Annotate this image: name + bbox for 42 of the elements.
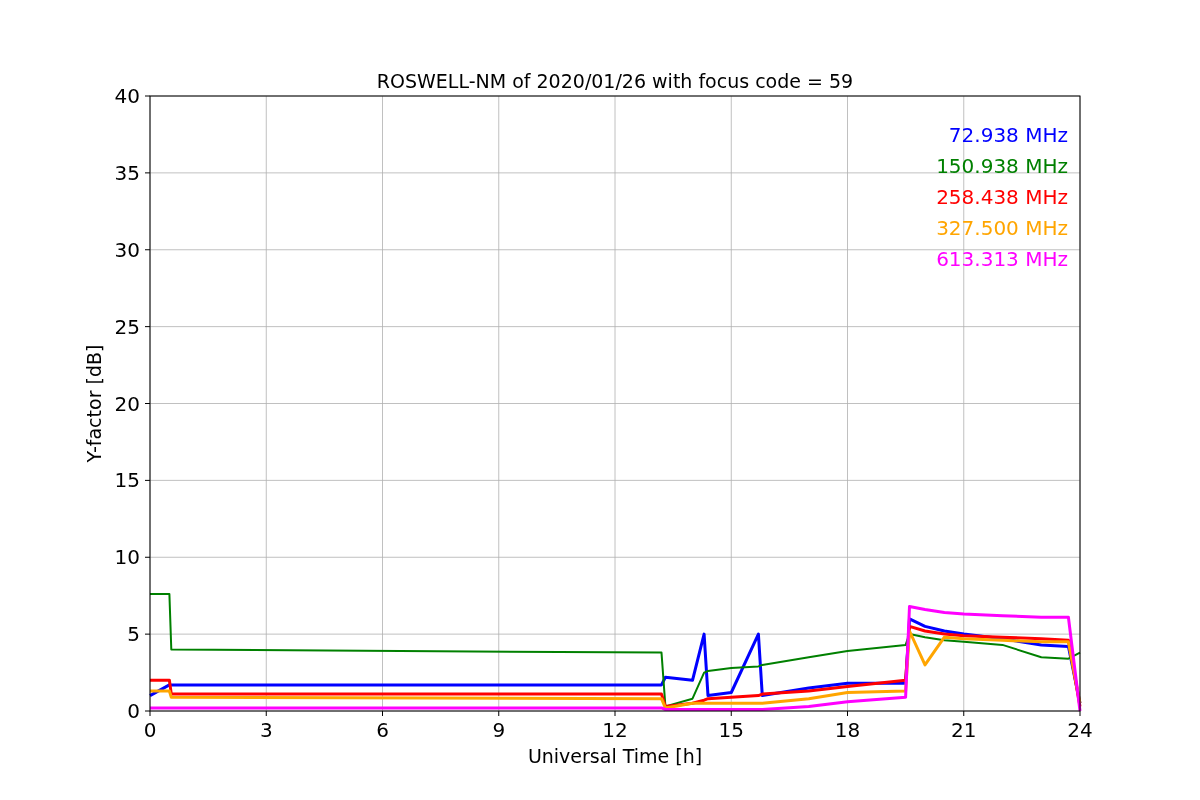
legend-label: 72.938 MHz — [948, 123, 1068, 147]
tick-mark — [144, 95, 151, 97]
legend-label: 327.500 MHz — [936, 216, 1068, 240]
y-tick-label: 0 — [127, 699, 140, 723]
y-tick-label: 40 — [114, 84, 140, 108]
tick-mark — [144, 326, 151, 328]
y-tick-label: 5 — [127, 622, 140, 647]
x-tick-label: 3 — [259, 718, 273, 742]
x-tick-label: 21 — [951, 718, 977, 742]
tick-mark — [144, 479, 151, 481]
legend-label: 150.938 MHz — [936, 154, 1068, 178]
legend-label: 258.438 MHz — [936, 185, 1068, 209]
tick-mark — [144, 556, 151, 558]
legend-label: 613.313 MHz — [936, 247, 1068, 271]
y-tick-label: 10 — [114, 545, 140, 570]
y-tick-label: 30 — [114, 237, 140, 262]
tick-mark — [144, 249, 151, 251]
x-tick-label: 15 — [718, 718, 744, 742]
x-tick-label: 18 — [834, 718, 861, 742]
x-tick-label: 0 — [143, 718, 157, 742]
x-tick-label: 9 — [492, 718, 506, 742]
x-tick-label: 24 — [1067, 718, 1093, 742]
y-tick-label: 25 — [114, 314, 140, 339]
y-axis-label: Y-factor [dB] — [83, 344, 105, 463]
chart-title: ROSWELL-NM of 2020/01/26 with focus code = 59 — [376, 70, 854, 92]
tick-mark — [265, 710, 267, 717]
tick-mark — [144, 633, 151, 635]
tick-mark — [144, 403, 151, 404]
tick-mark — [144, 172, 151, 174]
tick-mark — [1079, 710, 1081, 717]
tick-mark — [730, 710, 732, 717]
tick-mark — [382, 710, 383, 717]
x-tick-label: 6 — [376, 718, 389, 742]
x-tick-label: 12 — [602, 718, 628, 742]
x-axis-label: Universal Time [h] — [527, 745, 703, 767]
tick-mark — [847, 710, 848, 717]
tick-mark — [614, 710, 616, 717]
y-tick-label: 20 — [114, 391, 140, 416]
y-tick-label: 15 — [114, 468, 140, 493]
tick-mark — [498, 710, 500, 717]
y-tick-label: 35 — [114, 160, 140, 185]
tick-mark — [963, 710, 965, 717]
